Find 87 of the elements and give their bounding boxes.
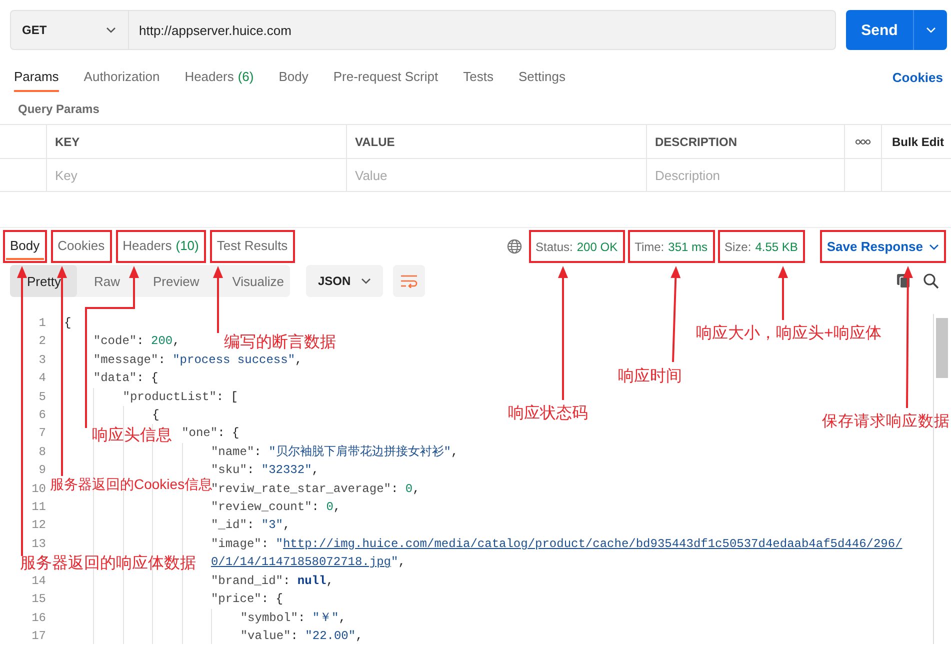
code-line: "image": "http://img.huice.com/media/catalog/product/cache/bd935443df1c50537d4edaab4af5d446/296/0/1/14/11471858072718.jpg", bbox=[210, 536, 904, 572]
scrollbar[interactable] bbox=[933, 314, 950, 644]
send-button[interactable]: Send bbox=[846, 10, 913, 50]
code-line: "value": "22.00", bbox=[240, 628, 363, 644]
method-label: GET bbox=[22, 23, 47, 37]
response-stat: Time: 351 ms bbox=[630, 233, 712, 260]
line-number: 5 bbox=[38, 388, 47, 406]
annotation-label: 编写的断言数据 bbox=[224, 334, 336, 352]
response-tab[interactable]: Headers (10) bbox=[118, 233, 203, 260]
code-line: { bbox=[152, 407, 160, 424]
url-field[interactable]: http://appserver.huice.com bbox=[128, 10, 836, 50]
annotation-arrow bbox=[213, 266, 223, 333]
view-mode-tab[interactable]: Visualize bbox=[215, 265, 300, 297]
line-number: 6 bbox=[38, 407, 47, 424]
code-line: "_id": "3", bbox=[210, 517, 290, 534]
request-tab[interactable]: Params bbox=[14, 62, 59, 92]
line-number: 7 bbox=[38, 425, 47, 442]
more-icon[interactable] bbox=[855, 138, 871, 144]
wrap-lines-button[interactable] bbox=[393, 265, 425, 297]
view-mode-tab[interactable]: Raw bbox=[76, 265, 136, 297]
line-number: 8 bbox=[38, 444, 47, 461]
request-tab[interactable]: Authorization bbox=[84, 62, 160, 92]
code-line: "productList": [ bbox=[122, 388, 238, 406]
line-number: 1 bbox=[38, 315, 47, 332]
line-number: 15 bbox=[30, 591, 47, 608]
response-tab[interactable]: Cookies bbox=[54, 233, 109, 260]
code-line: "code": 200, bbox=[93, 333, 180, 350]
format-dropdown[interactable]: JSON bbox=[306, 265, 383, 297]
annotation-label: 服务器返回的响应体数据 bbox=[20, 555, 196, 573]
request-tab[interactable]: Tests bbox=[463, 62, 494, 92]
response-stat: Status: 200 OK bbox=[532, 233, 622, 260]
section-title: Query Params bbox=[17, 101, 100, 116]
annotation-label: 响应大小，响应头+响应体 bbox=[696, 325, 882, 343]
request-tab[interactable]: Settings bbox=[518, 62, 566, 92]
code-line: { bbox=[64, 315, 72, 332]
param-input-field[interactable]: Description bbox=[655, 168, 836, 182]
column-header: KEY bbox=[55, 134, 80, 148]
line-number: 11 bbox=[30, 499, 47, 516]
line-number: 2 bbox=[38, 333, 47, 350]
line-number: 14 bbox=[30, 572, 47, 590]
annotation-label: 响应头信息 bbox=[92, 427, 172, 445]
cookies-link[interactable]: Cookies bbox=[892, 62, 943, 92]
request-tab[interactable]: Body bbox=[278, 62, 308, 92]
line-number: 16 bbox=[30, 610, 47, 626]
code-line: "data": { bbox=[93, 370, 158, 388]
code-line: "sku": "32332", bbox=[210, 462, 319, 478]
code-line: "price": { bbox=[210, 591, 283, 608]
wrap-lines-icon bbox=[400, 274, 418, 288]
line-number: 12 bbox=[30, 517, 47, 534]
line-number: 10 bbox=[30, 480, 47, 498]
response-stat: Size: 4.55 KB bbox=[720, 233, 802, 260]
annotation-label: 保存请求响应数据 bbox=[822, 413, 950, 431]
request-tab[interactable]: Headers (6) bbox=[184, 62, 254, 92]
response-tab[interactable]: Test Results bbox=[212, 233, 292, 260]
caret-icon bbox=[361, 278, 371, 284]
annotation-label: 响应状态码 bbox=[508, 405, 588, 423]
caret-icon bbox=[926, 27, 936, 33]
code-line: "brand_id": null, bbox=[210, 572, 334, 590]
line-number: 3 bbox=[38, 352, 47, 369]
annotation-label: 服务器返回的Cookies信息 bbox=[50, 475, 213, 492]
code-line: "message": "process success", bbox=[93, 352, 302, 369]
code-line: "reviw_rate_star_average": 0, bbox=[210, 482, 420, 498]
code-line: "one": { bbox=[182, 425, 240, 442]
view-mode-tab[interactable]: Pretty bbox=[10, 265, 77, 297]
caret-icon bbox=[929, 244, 939, 250]
request-tab[interactable]: Pre-request Script bbox=[333, 62, 438, 92]
caret-icon bbox=[106, 27, 116, 33]
code-line: "symbol": "￥", bbox=[240, 610, 346, 626]
line-number: 9 bbox=[38, 462, 47, 480]
column-header: DESCRIPTION bbox=[655, 134, 738, 148]
line-number: 13 bbox=[30, 536, 47, 553]
save-response-button[interactable]: Save Response bbox=[822, 233, 943, 260]
code-line: "name": "贝尔袖脱下肩带花边拼接女衬衫", bbox=[210, 444, 458, 461]
column-header: VALUE bbox=[355, 134, 395, 148]
annotation-arrow bbox=[778, 266, 788, 320]
globe-icon bbox=[506, 239, 522, 254]
view-mode-tab[interactable]: Preview bbox=[136, 265, 216, 297]
code-line: "review_count": 0, bbox=[210, 499, 341, 516]
response-tab[interactable]: Body bbox=[6, 233, 44, 260]
search-icon[interactable] bbox=[923, 273, 939, 289]
method-dropdown[interactable]: GET bbox=[10, 10, 128, 50]
annotation-label: 响应时间 bbox=[618, 368, 682, 386]
param-input-field[interactable]: Value bbox=[355, 168, 638, 182]
line-number: 4 bbox=[38, 370, 47, 388]
bulk-edit-button[interactable]: Bulk Edit bbox=[890, 134, 944, 148]
param-input-field[interactable]: Key bbox=[55, 168, 338, 182]
line-number: 17 bbox=[30, 628, 47, 644]
